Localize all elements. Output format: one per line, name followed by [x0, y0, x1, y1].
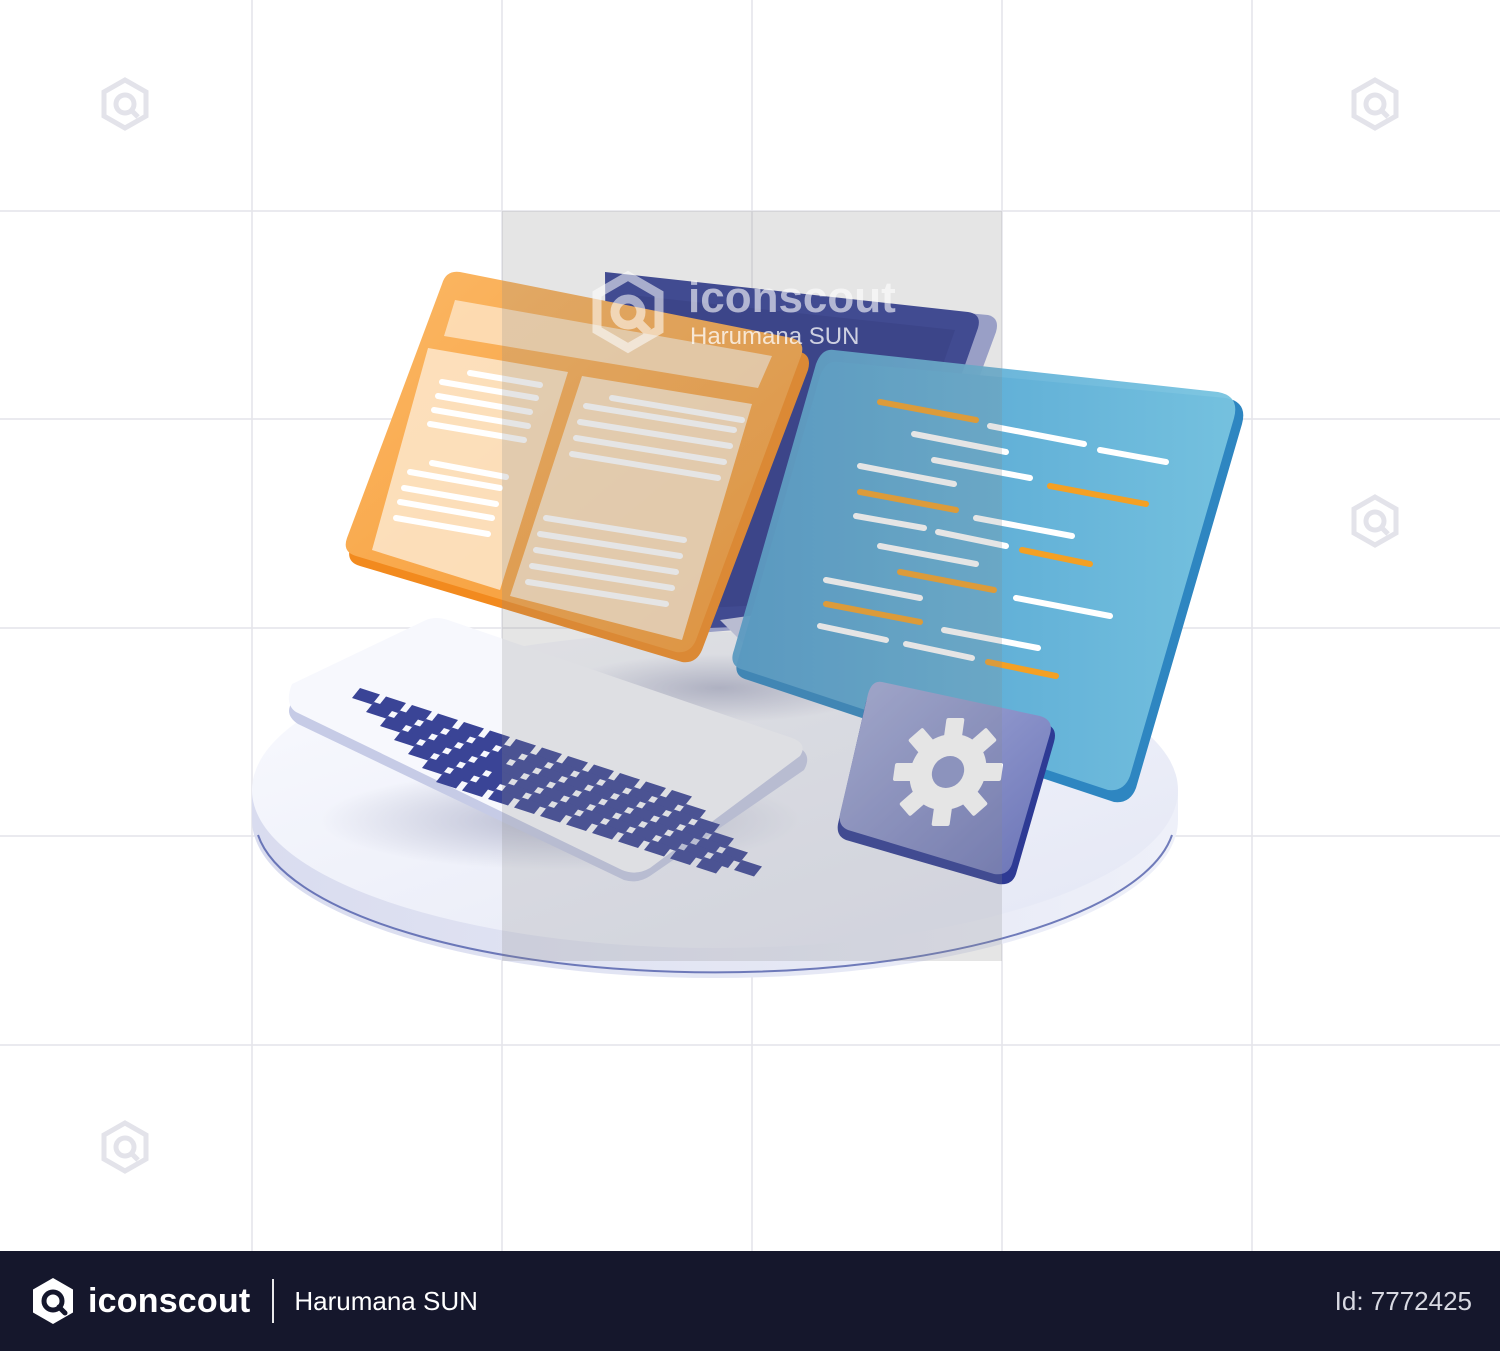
- center-watermark: iconscout Harumana SUN: [502, 211, 1002, 961]
- iconscout-logo-icon: [33, 1278, 73, 1324]
- illustration-canvas: iconscout Harumana SUN: [0, 0, 1500, 1251]
- footer-divider: [272, 1279, 275, 1323]
- footer-bar: iconscout Harumana SUN Id: 7772425: [0, 1251, 1500, 1351]
- watermark-author-text: Harumana SUN: [690, 323, 859, 350]
- footer-author: Harumana SUN: [294, 1285, 478, 1316]
- footer-brand[interactable]: iconscout: [28, 1276, 250, 1326]
- footer-asset-id: Id: 7772425: [1334, 1285, 1472, 1316]
- footer-brand-name: iconscout: [88, 1281, 251, 1320]
- computer-setting-illustration: iconscout Harumana SUN: [0, 0, 1500, 1251]
- watermark-brand-text: iconscout: [688, 273, 896, 322]
